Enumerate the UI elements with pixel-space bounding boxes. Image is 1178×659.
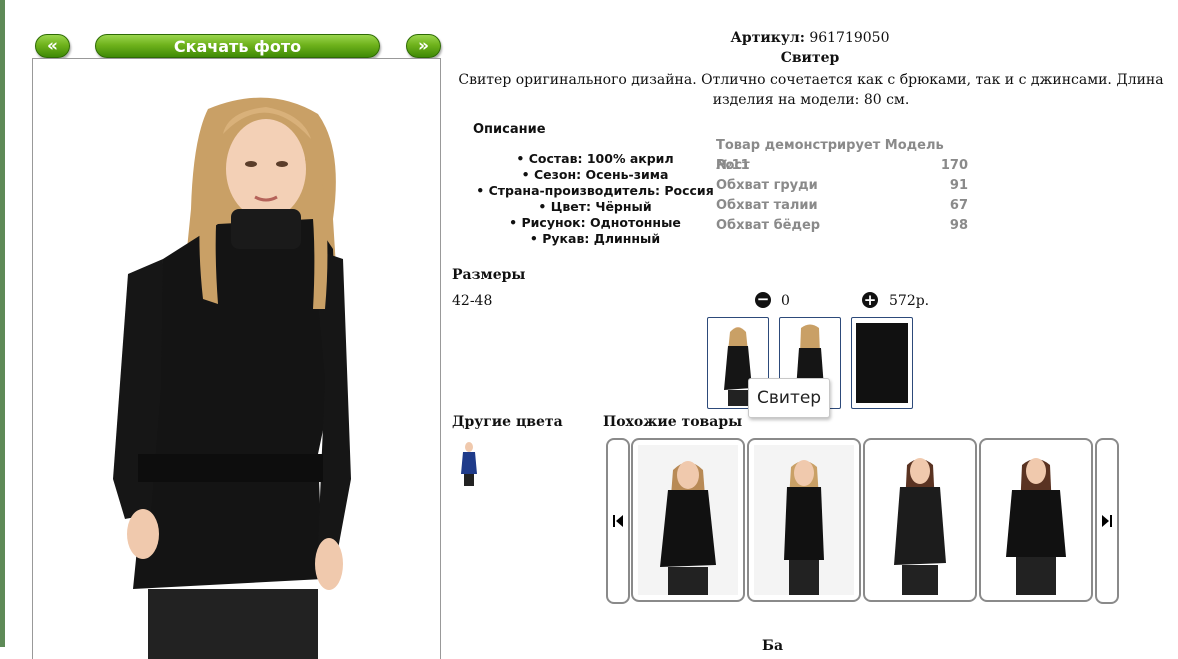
similar-heading: Похожие товары (603, 414, 743, 430)
left-strip (0, 0, 5, 647)
similar-item[interactable] (863, 438, 977, 602)
model-row-waist: Обхват талии 67 (716, 198, 968, 213)
similar-item[interactable] (979, 438, 1093, 602)
model-row-hips: Обхват бёдер 98 (716, 218, 968, 233)
description-item: Цвет: Чёрный (470, 199, 720, 215)
product-title: Свитер (780, 50, 840, 66)
other-colors-heading: Другие цвета (452, 414, 563, 430)
description-item: Состав: 100% акрил (470, 151, 720, 167)
description-item: Рукав: Длинный (470, 231, 720, 247)
carousel-next-icon[interactable] (1095, 438, 1119, 604)
model-table: Товар демонстрирует Модель №11 Рост 170 О… (716, 136, 968, 236)
description-item: Рисунок: Однотонные (470, 215, 720, 231)
description-heading: Описание (473, 122, 546, 137)
thumbnail-fabric[interactable] (851, 317, 913, 409)
model-row-height: Рост 170 (716, 158, 968, 173)
tooltip: Свитер (748, 378, 831, 418)
article-value: 961719050 (809, 30, 890, 46)
description-item: Страна-производитель: Россия (470, 183, 720, 199)
download-photo-button[interactable]: Скачать фото (95, 34, 380, 58)
size-value: 42-48 (452, 293, 493, 309)
model-title: Товар демонстрирует Модель №11 (716, 138, 944, 173)
product-description: Свитер оригинального дизайна. Отлично со… (458, 72, 1164, 108)
next-photo-button[interactable]: » (406, 34, 441, 58)
description-list: Состав: 100% акрил Сезон: Осень-зима Стр… (470, 151, 720, 247)
bottom-partial-text: Ба (762, 638, 784, 654)
carousel-prev-icon[interactable] (606, 438, 630, 604)
similar-item[interactable] (631, 438, 745, 602)
minus-icon[interactable]: − (755, 292, 771, 308)
price: 572р. (889, 293, 930, 309)
plus-icon[interactable]: + (862, 292, 878, 308)
quantity-value: 0 (781, 293, 790, 309)
article-line: Артикул: 961719050 (450, 30, 1170, 46)
other-color-thumbnail[interactable] (457, 440, 481, 486)
main-product-photo (32, 58, 441, 659)
sizes-heading: Размеры (452, 267, 526, 283)
similar-item[interactable] (747, 438, 861, 602)
prev-photo-button[interactable]: « (35, 34, 70, 58)
article-label: Артикул: (730, 30, 805, 46)
description-item: Сезон: Осень-зима (470, 167, 720, 183)
model-row-chest: Обхват груди 91 (716, 178, 968, 193)
